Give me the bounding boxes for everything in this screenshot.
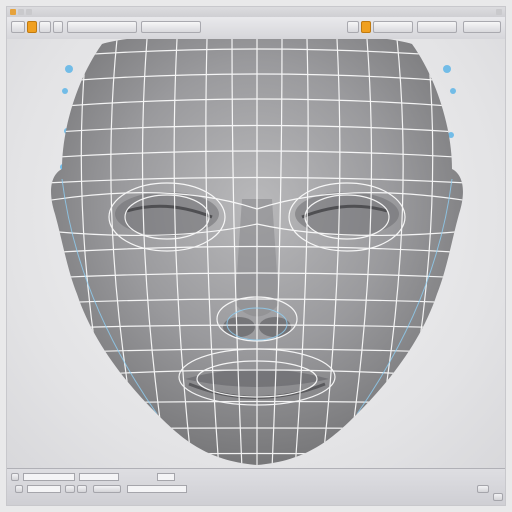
resize-grip-icon[interactable] [493,493,503,501]
record-icon[interactable] [15,485,23,493]
tool-button-right-2[interactable] [373,21,413,33]
accent-tool-button[interactable] [27,21,37,33]
window-maximize-icon[interactable] [26,9,32,15]
status-field-2[interactable] [79,473,119,481]
menu-button[interactable] [11,21,25,33]
accent-button-right[interactable] [361,21,371,33]
window-minimize-icon[interactable] [18,9,24,15]
status-field-1[interactable] [23,473,75,481]
play-icon[interactable] [65,485,75,493]
coordinate-field[interactable] [27,485,61,493]
toolbar [7,17,505,40]
window-close-icon[interactable] [10,9,16,15]
tool-button-right-1[interactable] [347,21,359,33]
zoom-icon[interactable] [93,485,121,493]
status-bar [7,468,505,505]
info-field[interactable] [127,485,187,493]
mode-dropdown[interactable] [67,21,137,33]
tool-button-right-3[interactable] [417,21,457,33]
orange-status-icon[interactable] [11,473,19,481]
status-field-3[interactable] [157,473,175,481]
grid-button[interactable] [53,21,63,33]
face-mesh-render [51,39,463,465]
stop-icon[interactable] [77,485,87,493]
layer-dropdown[interactable] [141,21,201,33]
3d-viewport[interactable] [7,39,505,469]
window-resize-icon[interactable] [496,9,502,15]
settings-button[interactable] [463,21,501,33]
pan-icon[interactable] [477,485,489,493]
view-button[interactable] [39,21,51,33]
app-window [6,6,506,506]
